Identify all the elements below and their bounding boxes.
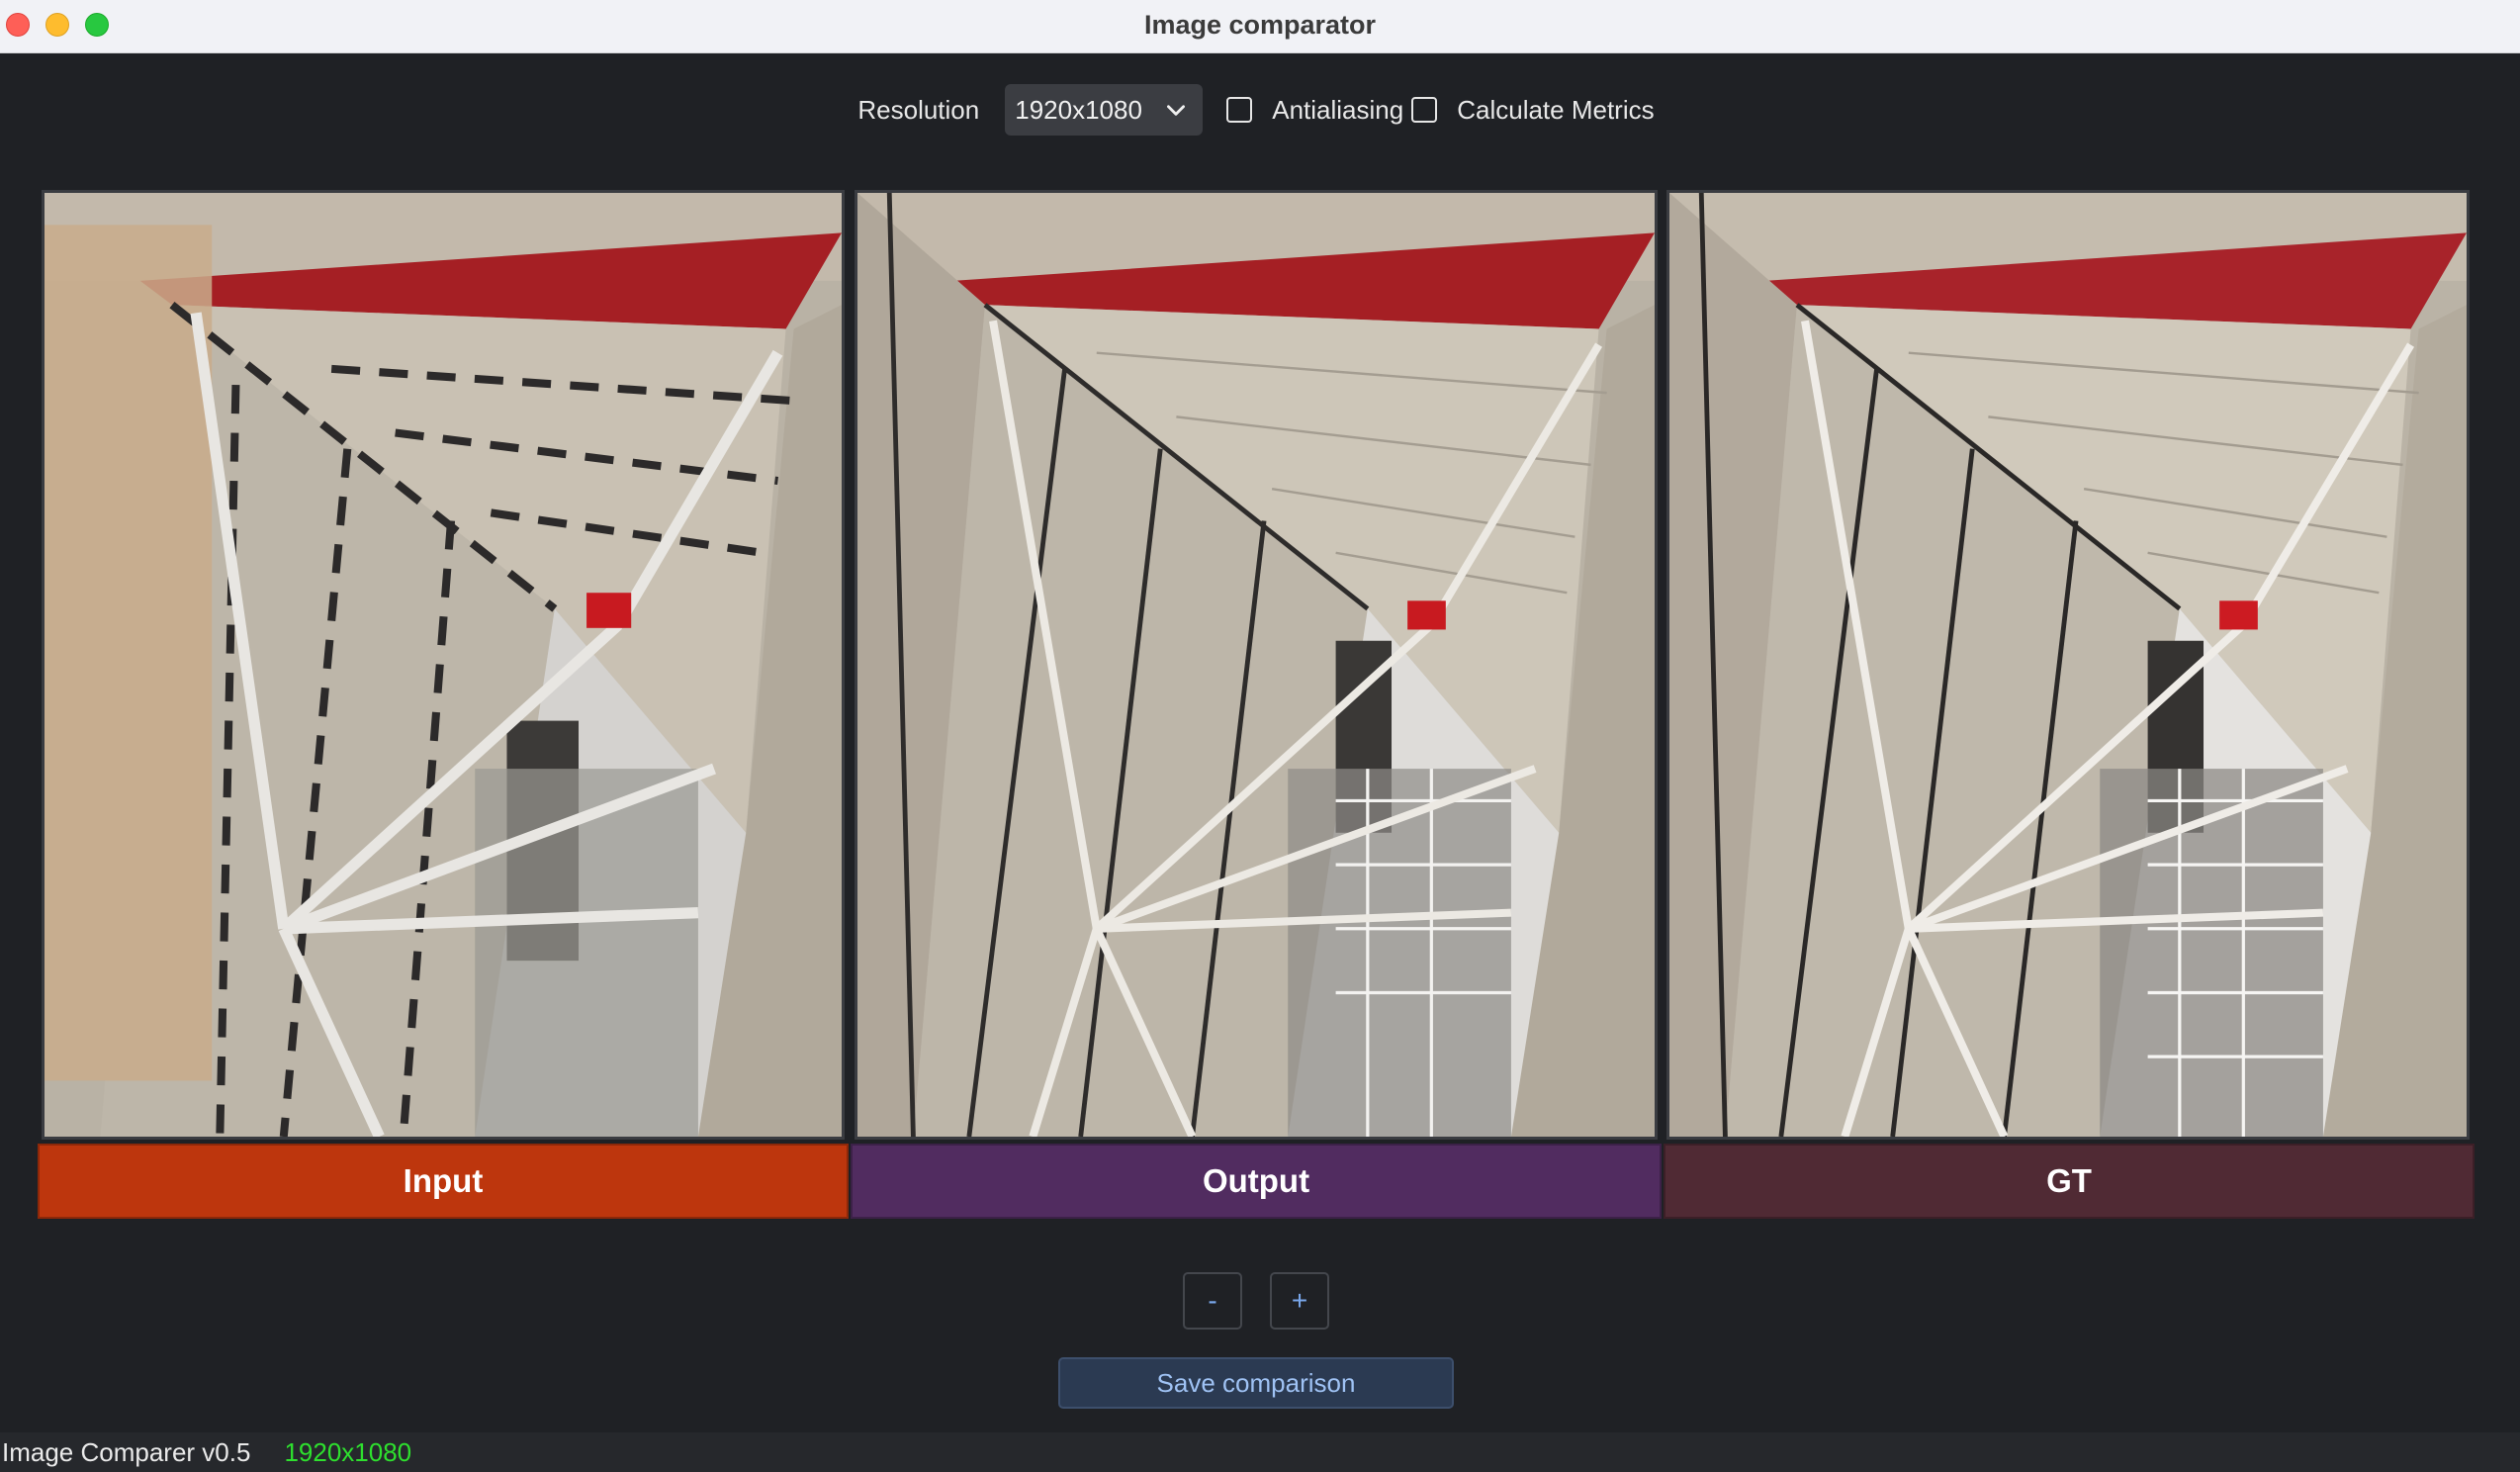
output-image xyxy=(857,193,1655,1137)
gt-image-panel[interactable] xyxy=(1666,190,2470,1140)
title-bar: Image comparator xyxy=(0,0,2520,53)
app-version-text: Image Comparer v0.5 xyxy=(2,1436,251,1467)
input-image xyxy=(45,193,842,1137)
calculate-metrics-label: Calculate Metrics xyxy=(1457,94,1655,125)
app-window: Image comparator Resolution 1920x1080 An… xyxy=(0,0,2520,1472)
gt-label: GT xyxy=(1664,1144,2475,1219)
resolution-label: Resolution xyxy=(857,94,980,125)
input-label: Input xyxy=(38,1144,849,1219)
antialiasing-checkbox[interactable] xyxy=(1226,97,1253,123)
chevron-down-icon xyxy=(1167,105,1186,116)
input-image-panel[interactable] xyxy=(42,190,845,1140)
save-comparison-button[interactable]: Save comparison xyxy=(1058,1357,1454,1409)
calculate-metrics-checkbox[interactable] xyxy=(1411,97,1438,123)
status-resolution: 1920x1080 xyxy=(284,1436,412,1467)
window-title: Image comparator xyxy=(1143,10,1377,40)
gt-image xyxy=(1669,193,2467,1137)
antialiasing-label: Antialiasing xyxy=(1272,94,1404,125)
resolution-select-value: 1920x1080 xyxy=(1015,94,1142,125)
resolution-select[interactable]: 1920x1080 xyxy=(1005,84,1204,136)
toolbar: Resolution 1920x1080 Antialiasing Calcul… xyxy=(0,83,2520,137)
output-image-panel[interactable] xyxy=(855,190,1658,1140)
status-bar: Image Comparer v0.5 1920x1080 xyxy=(0,1432,2520,1472)
zoom-in-button[interactable]: + xyxy=(1270,1272,1329,1330)
output-label: Output xyxy=(851,1144,1662,1219)
zoom-out-button[interactable]: - xyxy=(1183,1272,1242,1330)
